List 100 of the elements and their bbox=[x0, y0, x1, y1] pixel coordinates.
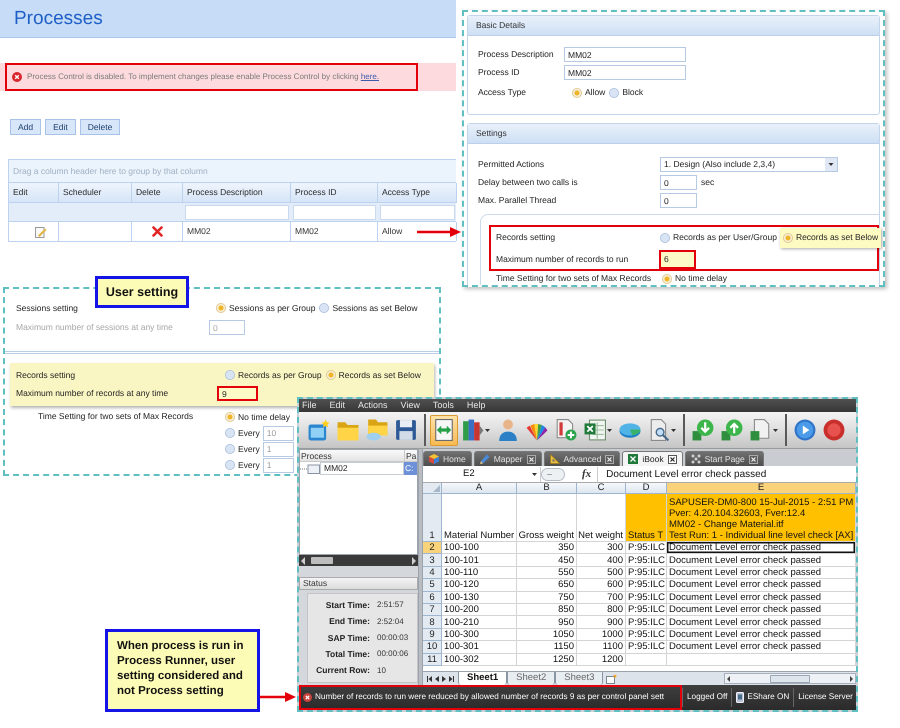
tab[interactable]: Home bbox=[423, 451, 472, 466]
radio-option[interactable]: Sessions as set Below bbox=[319, 302, 418, 314]
row-header[interactable]: 2 bbox=[423, 542, 442, 554]
here-link[interactable]: here. bbox=[360, 72, 380, 81]
row-header[interactable]: 3 bbox=[423, 554, 442, 567]
column-header[interactable]: Access Type bbox=[378, 183, 457, 203]
column-header[interactable]: D bbox=[626, 483, 667, 494]
radio-button[interactable] bbox=[216, 303, 226, 313]
radio-button[interactable] bbox=[225, 370, 235, 380]
caret-left-icon[interactable] bbox=[435, 676, 439, 682]
column-header[interactable]: Process ID bbox=[291, 183, 378, 203]
caret-icon[interactable] bbox=[773, 428, 778, 432]
section-header: Settings bbox=[468, 124, 879, 144]
sheet-tab[interactable]: Sheet3 bbox=[555, 672, 604, 685]
radio-button[interactable] bbox=[225, 412, 235, 422]
radio-option[interactable]: Every bbox=[225, 442, 260, 456]
column-header[interactable]: A bbox=[442, 483, 517, 494]
radio-option[interactable]: No time delay bbox=[662, 272, 727, 285]
row-header[interactable]: 10 bbox=[423, 641, 442, 654]
filter-field[interactable] bbox=[185, 204, 289, 220]
radio-button[interactable] bbox=[225, 460, 235, 470]
radio-button[interactable] bbox=[660, 232, 670, 242]
radio-button[interactable] bbox=[662, 274, 672, 284]
radio-option[interactable]: No time delay bbox=[225, 410, 290, 424]
column-header[interactable]: Edit bbox=[9, 183, 59, 203]
action-button[interactable]: Delete bbox=[80, 119, 120, 135]
sheet-tab[interactable]: Sheet2 bbox=[507, 672, 556, 685]
caret-icon[interactable] bbox=[671, 428, 676, 432]
function-symbol[interactable]: fx bbox=[582, 468, 592, 480]
text-field[interactable]: 9 bbox=[217, 386, 258, 401]
radio-option[interactable]: Every bbox=[225, 426, 260, 440]
edit-icon[interactable] bbox=[35, 226, 47, 238]
radio-button[interactable] bbox=[225, 444, 235, 454]
row-header[interactable]: 11 bbox=[423, 654, 442, 666]
column-header[interactable]: Pa bbox=[404, 450, 417, 461]
text-field[interactable]: 6 bbox=[659, 250, 696, 268]
row-header[interactable]: 5 bbox=[423, 579, 442, 592]
column-header[interactable]: E bbox=[667, 483, 856, 494]
caret-icon[interactable] bbox=[532, 472, 537, 476]
radio-button[interactable] bbox=[572, 88, 582, 98]
text-field[interactable]: 0 bbox=[660, 175, 697, 190]
column-header[interactable]: Delete bbox=[132, 183, 183, 203]
radio-option[interactable]: Allow bbox=[572, 86, 606, 99]
close-icon[interactable] bbox=[668, 454, 677, 464]
horizontal-scrollbar[interactable] bbox=[724, 673, 856, 684]
menu-item[interactable]: View bbox=[400, 401, 420, 410]
caret-icon[interactable] bbox=[825, 158, 837, 171]
row-header[interactable]: 9 bbox=[423, 628, 442, 642]
horizontal-scrollbar[interactable] bbox=[299, 555, 418, 566]
new-sheet-icon[interactable] bbox=[606, 674, 618, 684]
action-button[interactable]: Add bbox=[10, 119, 42, 135]
dropdown[interactable]: 1. Design (Also include 2,3,4) bbox=[660, 157, 838, 172]
tab[interactable]: iBook bbox=[622, 451, 683, 466]
action-button[interactable]: Edit bbox=[45, 119, 76, 135]
menu-item[interactable]: Tools bbox=[432, 401, 454, 410]
column-header[interactable]: Scheduler bbox=[59, 183, 132, 203]
text-field[interactable]: MM02 bbox=[564, 65, 686, 80]
tab[interactable]: Advanced bbox=[544, 451, 620, 466]
caret-icon[interactable] bbox=[607, 428, 612, 432]
text-field[interactable]: 0 bbox=[660, 193, 697, 208]
radio-option[interactable]: Records as per User/Group bbox=[660, 228, 777, 248]
column-header[interactable]: B bbox=[517, 483, 577, 494]
table-cell: 100-101 bbox=[442, 554, 517, 567]
filter-field[interactable] bbox=[380, 204, 455, 220]
radio-button[interactable] bbox=[609, 88, 620, 98]
caret-right-icon[interactable] bbox=[442, 676, 446, 682]
delete-icon[interactable] bbox=[152, 226, 162, 237]
column-header[interactable]: Process bbox=[300, 450, 404, 461]
menu-item[interactable]: File bbox=[302, 401, 317, 410]
radio-button[interactable] bbox=[326, 370, 336, 380]
tab[interactable]: Start Page bbox=[684, 451, 764, 466]
skip-right-icon[interactable] bbox=[449, 676, 454, 682]
filter-field[interactable] bbox=[293, 204, 376, 220]
column-header[interactable]: C bbox=[577, 483, 626, 494]
radio-option[interactable]: Records as set Below bbox=[326, 368, 421, 382]
row-header[interactable]: 4 bbox=[423, 566, 442, 580]
row-header[interactable]: 7 bbox=[423, 604, 442, 616]
column-header[interactable]: Process Description bbox=[183, 183, 291, 203]
sheet-tab[interactable]: Sheet1 bbox=[458, 672, 508, 685]
tree-item[interactable]: MM02 bbox=[320, 462, 404, 475]
menu-item[interactable]: Edit bbox=[330, 401, 346, 410]
radio-option[interactable]: Block bbox=[609, 86, 644, 99]
tab[interactable]: Mapper bbox=[474, 451, 542, 466]
radio-button[interactable] bbox=[319, 303, 330, 313]
row-header[interactable]: 8 bbox=[423, 616, 442, 629]
table-cell: Status T bbox=[626, 494, 667, 542]
radio-option[interactable]: Records as set Below bbox=[780, 228, 882, 248]
radio-option[interactable]: Sessions as per Group bbox=[216, 302, 316, 314]
menu-item[interactable]: Actions bbox=[358, 401, 388, 410]
menu-item[interactable]: Help bbox=[466, 401, 486, 410]
text-field[interactable]: MM02 bbox=[564, 47, 686, 62]
radio-option[interactable]: Records as per Group bbox=[225, 368, 322, 382]
tool-button[interactable] bbox=[430, 414, 458, 446]
radio-button[interactable] bbox=[225, 428, 235, 438]
caret-icon[interactable] bbox=[485, 428, 490, 432]
skip-left-icon[interactable] bbox=[427, 676, 432, 682]
row-header[interactable]: 6 bbox=[423, 592, 442, 604]
radio-option[interactable]: Every bbox=[225, 458, 260, 472]
radio-button[interactable] bbox=[782, 232, 793, 242]
row-header[interactable]: 1 bbox=[423, 494, 442, 542]
